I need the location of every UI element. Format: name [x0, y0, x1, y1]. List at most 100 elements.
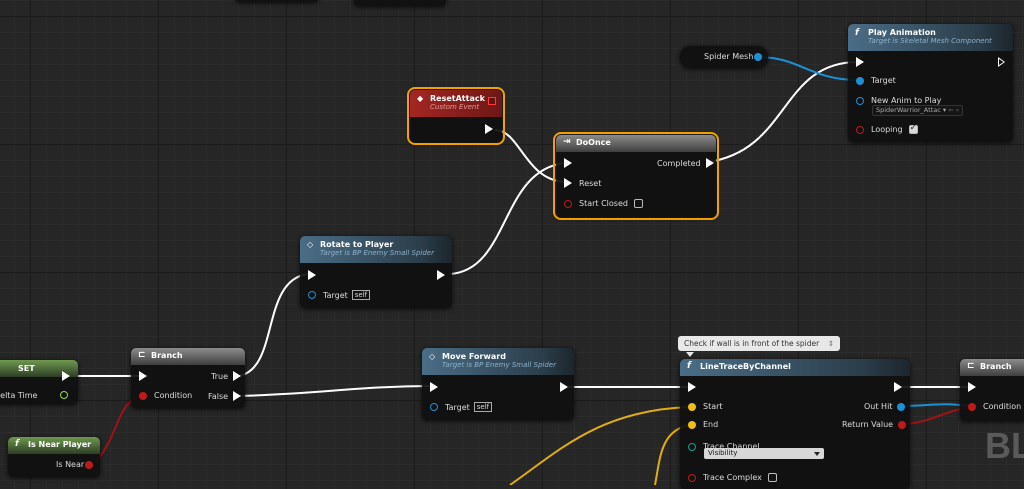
line-trace-exec-in[interactable] — [688, 382, 696, 392]
anim-asset-value: SpiderWarrior_Attac — [876, 106, 941, 114]
function-icon: f — [15, 439, 19, 449]
reset-label: Reset — [579, 178, 602, 188]
branch-right-condition-pin[interactable]: Condition — [968, 402, 1021, 411]
move-exec-out[interactable] — [560, 382, 568, 392]
do-once-title: DoOnce — [576, 138, 611, 147]
comment-text: Check if wall is in front of the spider — [684, 339, 820, 348]
is-near-out-pin[interactable] — [85, 461, 93, 469]
start-closed-checkbox[interactable] — [633, 199, 643, 208]
custom-function-icon: ◇ — [429, 352, 436, 361]
move-forward-title: Move Forward — [442, 352, 506, 361]
wire-exec-branch-move — [237, 385, 433, 397]
branch-left-exec-in[interactable] — [139, 371, 147, 381]
move-forward-node[interactable]: ◇ Move Forward Target is BP Enemy Small … — [422, 348, 574, 420]
offscreen-node-top-left — [235, 0, 319, 2]
rotate-exec-in[interactable] — [308, 270, 316, 280]
exec-in-pin[interactable] — [856, 57, 864, 67]
delegate-pin[interactable] — [488, 97, 496, 105]
play-animation-subtitle: Target is Skeletal Mesh Component — [868, 37, 992, 45]
use-asset-icon[interactable]: ⇐ ⌕ — [948, 106, 959, 114]
rotate-target-pin[interactable]: Target self — [308, 290, 371, 300]
custom-function-icon: ◇ — [307, 240, 314, 249]
branch-right-condition-label: Condition — [983, 402, 1022, 411]
start-pin[interactable]: Start — [688, 402, 723, 411]
looping-label: Looping — [871, 125, 903, 134]
macro-icon: ⇥ — [563, 137, 571, 147]
rotate-to-player-node[interactable]: ◇ Rotate to Player Target is BP Enemy Sm… — [300, 236, 452, 308]
new-anim-pin[interactable]: New Anim to Play — [856, 96, 941, 105]
delta-time-out-pin[interactable] — [60, 391, 68, 399]
wire-exec-branch-rotate — [237, 273, 309, 377]
blueprint-watermark: BL — [985, 425, 1024, 466]
completed-label: Completed — [657, 158, 701, 168]
true-pin[interactable]: True — [211, 371, 241, 381]
comment-bubble[interactable]: Check if wall is in front of the spider … — [678, 336, 840, 351]
function-icon: f — [855, 28, 859, 38]
chevron-down-icon — [814, 452, 820, 456]
move-target-label: Target — [445, 402, 470, 412]
line-trace-exec-out[interactable] — [894, 382, 902, 392]
line-trace-node[interactable]: f LineTraceByChannel Start Out Hit End R… — [680, 359, 910, 489]
function-icon: f — [687, 361, 691, 371]
out-hit-pin[interactable]: Out Hit — [864, 402, 906, 411]
looping-pin[interactable]: Looping — [856, 123, 918, 134]
play-animation-title: Play Animation — [868, 28, 936, 37]
rotate-self-value: self — [351, 290, 371, 300]
trace-complex-label: Trace Complex — [703, 473, 762, 482]
reset-attack-exec-out[interactable] — [485, 124, 493, 134]
target-pin[interactable]: Target — [856, 76, 896, 85]
collapse-comment-icon[interactable]: ⇕ — [828, 339, 834, 348]
wire-returnvalue — [899, 407, 969, 425]
is-near-player-node[interactable]: f Is Near Player Is Near — [8, 437, 100, 477]
wire-exec-doonce-play — [707, 61, 859, 163]
end-label: End — [703, 420, 719, 429]
branch-right-exec-in[interactable] — [968, 382, 976, 392]
new-anim-label: New Anim to Play — [871, 96, 942, 105]
trace-complex-pin[interactable]: Trace Complex — [688, 473, 777, 482]
set-node[interactable]: SET Delta Time — [0, 360, 78, 404]
anim-asset-dropdown[interactable]: SpiderWarrior_Attac ▾ ⇐ ⌕ — [872, 105, 964, 116]
rotate-target-label: Target — [323, 290, 348, 300]
do-once-node[interactable]: ⇥ DoOnce Completed Reset Start Closed — [553, 132, 719, 220]
branch-left-condition-pin[interactable]: Condition — [139, 391, 192, 400]
delta-time-label: Delta Time — [0, 391, 38, 400]
return-value-label: Return Value — [842, 420, 894, 429]
line-trace-title: LineTraceByChannel — [700, 362, 791, 371]
offscreen-node-top-mid — [354, 0, 446, 6]
branch-left-condition-label: Condition — [154, 391, 193, 400]
start-label: Start — [703, 402, 723, 411]
return-value-pin[interactable]: Return Value — [842, 420, 907, 429]
wire-mesh-target — [757, 56, 859, 81]
exec-out-pin[interactable] — [998, 57, 1005, 67]
branch-node-right[interactable]: ⊏ Branch Condition — [960, 359, 1024, 421]
reset-pin[interactable]: Reset — [564, 178, 601, 188]
trace-complex-checkbox[interactable] — [767, 473, 777, 482]
looping-checkbox[interactable] — [908, 123, 918, 134]
event-icon: ◆ — [417, 94, 424, 103]
spider-mesh-out-pin[interactable] — [754, 53, 762, 61]
set-exec-out[interactable] — [62, 371, 70, 381]
wire-exec-reset-doonce — [494, 129, 566, 183]
false-pin[interactable]: False — [208, 391, 242, 401]
play-animation-node[interactable]: f Play Animation Target is Skeletal Mesh… — [848, 24, 1013, 142]
target-label: Target — [871, 76, 896, 85]
reset-attack-node[interactable]: ◆ ResetAttack Custom Event — [407, 87, 505, 145]
branch-right-title: Branch — [980, 362, 1012, 371]
is-near-player-title: Is Near Player — [28, 440, 92, 449]
move-exec-in[interactable] — [430, 382, 438, 392]
branch-left-title: Branch — [151, 351, 183, 360]
start-closed-label: Start Closed — [579, 199, 628, 208]
out-hit-label: Out Hit — [864, 402, 893, 411]
spider-mesh-node[interactable]: Spider Mesh — [680, 46, 768, 68]
completed-pin[interactable]: Completed — [657, 158, 714, 168]
move-forward-subtitle: Target is BP Enemy Small Spider — [442, 361, 556, 369]
branch-icon: ⊏ — [138, 350, 146, 360]
branch-node-left[interactable]: ⊏ Branch True Condition False — [131, 348, 245, 408]
move-target-pin[interactable]: Target self — [430, 402, 493, 412]
rotate-exec-out[interactable] — [437, 270, 445, 280]
end-pin[interactable]: End — [688, 420, 718, 429]
rotate-title: Rotate to Player — [320, 240, 394, 249]
trace-channel-dropdown[interactable]: Visibility — [704, 448, 824, 459]
start-closed-pin[interactable]: Start Closed — [564, 199, 643, 208]
do-once-exec-in[interactable] — [564, 158, 572, 168]
